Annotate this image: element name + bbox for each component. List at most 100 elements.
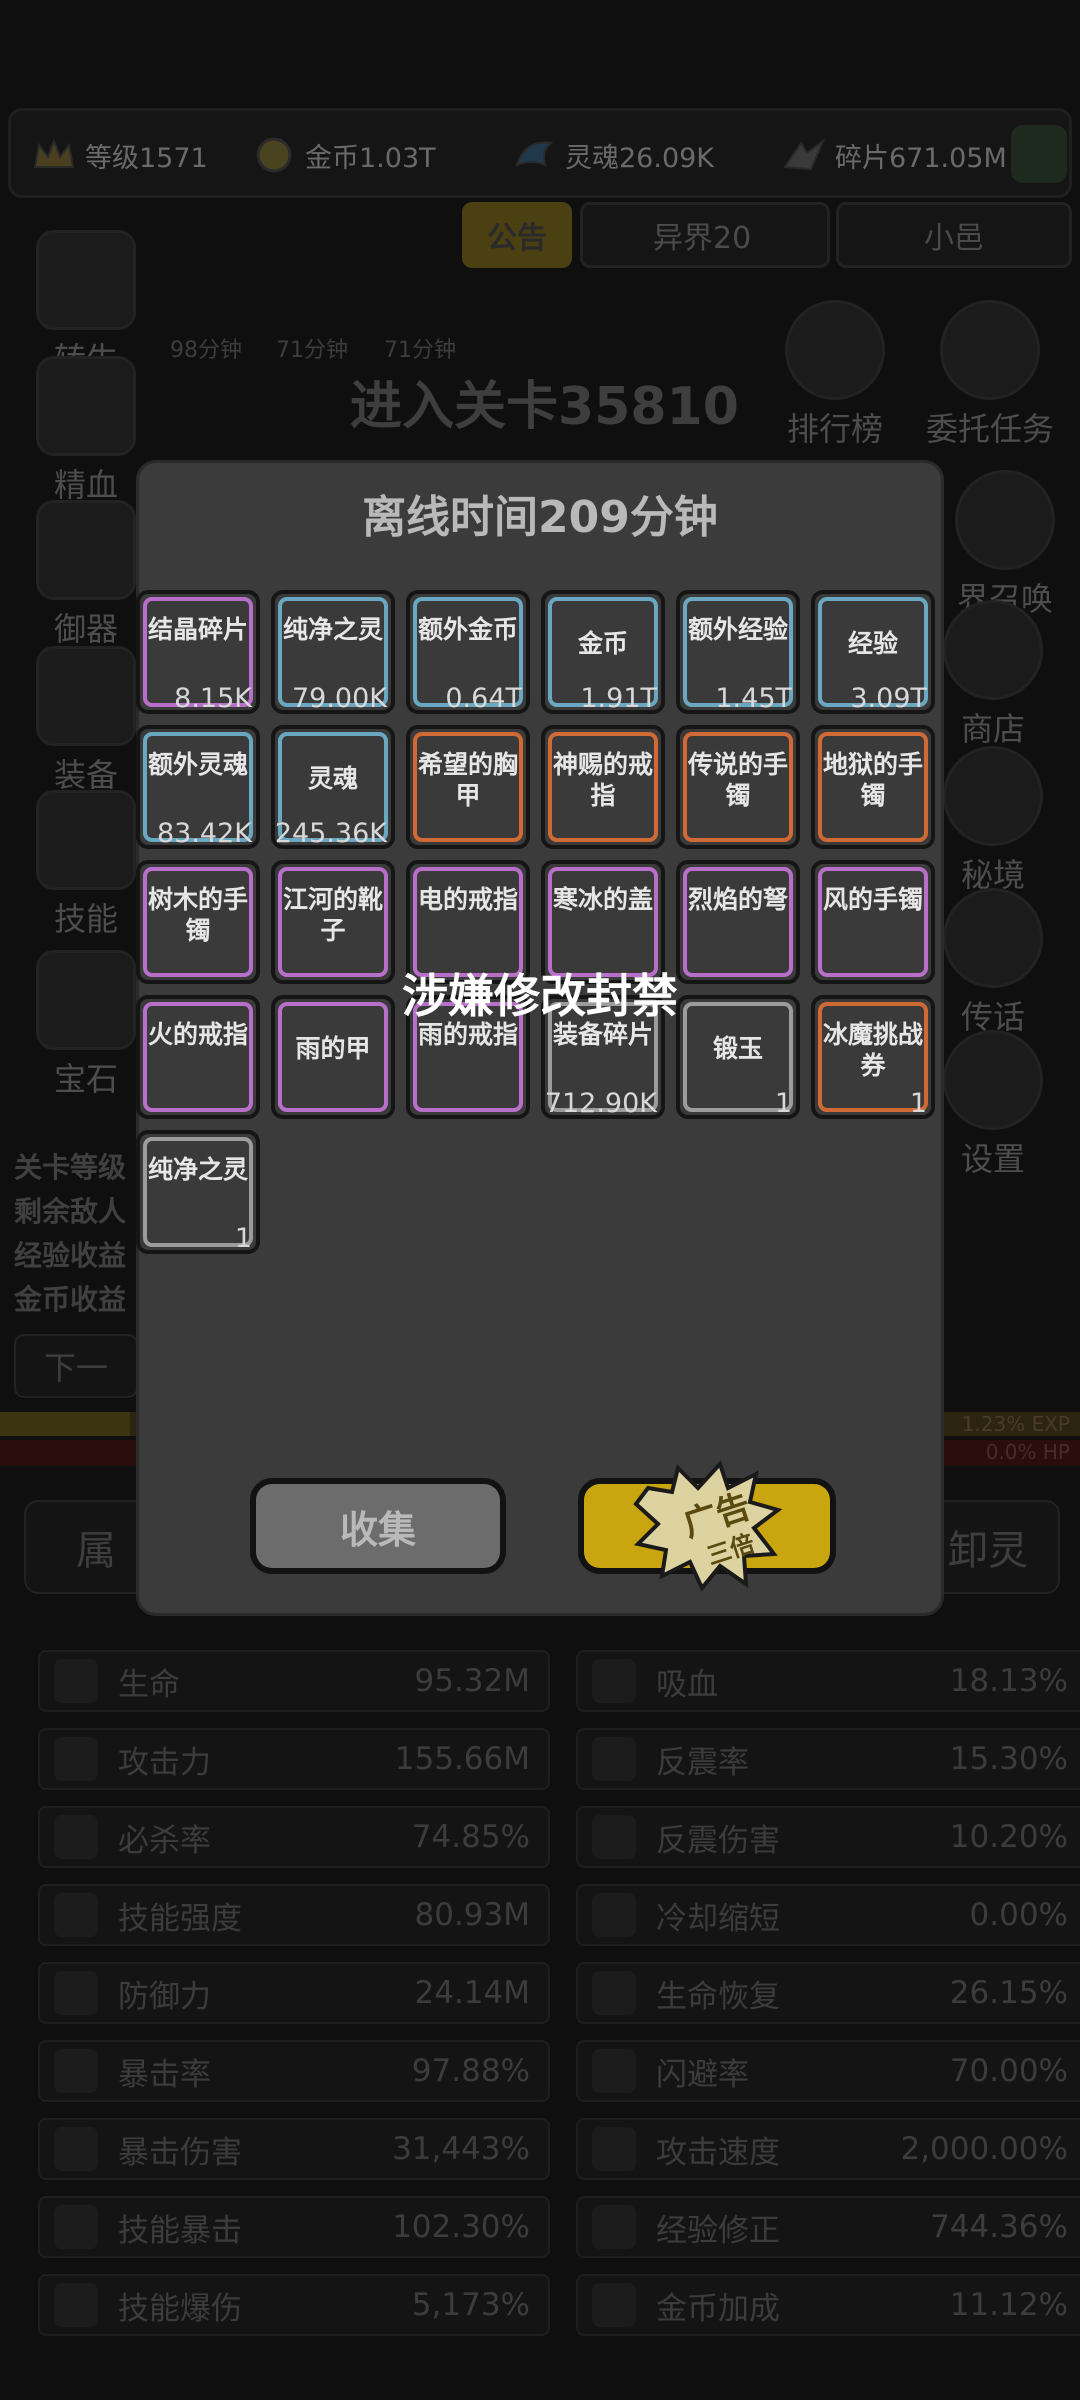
tab-small[interactable]: 小邑 [836, 202, 1072, 268]
resource-shard: 碎片671.05M [781, 135, 1007, 175]
settings-corner-icon[interactable] [1011, 125, 1067, 183]
stat-value: 80.93M [414, 1897, 531, 1933]
info-stage-level: 关卡等级 [14, 1151, 127, 1184]
lightning-icon [54, 1893, 98, 1937]
item-count: 8.15K [174, 683, 252, 714]
item-name: 锻玉 [712, 1034, 763, 1063]
reward-item[interactable]: 额外灵魂 83.42K [136, 725, 260, 849]
menu-label: 委托任务 [925, 410, 1054, 448]
stat-row: 防御力 24.14M [38, 1962, 550, 2024]
stat-value: 95.32M [414, 1663, 531, 1699]
info-coin-income: 金币收益 [14, 1283, 127, 1316]
stat-name: 必杀率 [118, 1822, 211, 1859]
item-name: 纯净之灵 [283, 615, 384, 644]
stat-name: 技能暴击 [118, 2212, 242, 2249]
stat-value: 0.00% [969, 1897, 1068, 1933]
reward-item[interactable]: 额外金币 0.64T [406, 590, 530, 714]
reward-item[interactable]: 纯净之灵 1 [136, 1130, 260, 1254]
shop-icon [943, 600, 1043, 700]
fire-icon [54, 2127, 98, 2171]
menu-skills[interactable]: 技能 [26, 790, 146, 940]
fire-icon [54, 2049, 98, 2093]
item-count: 712.90K [544, 1088, 657, 1119]
dodge-icon [592, 2049, 636, 2093]
stat-value: 26.15% [949, 1975, 1068, 2011]
sword-icon [54, 1659, 98, 1703]
stat-value: 5,173% [411, 2287, 530, 2323]
reward-item[interactable]: 额外经验 1.45T [676, 590, 800, 714]
menu-blood[interactable]: 精血 [26, 356, 146, 506]
collect-button[interactable]: 收集 [250, 1478, 506, 1574]
reward-item[interactable]: 神赐的戒指 [541, 725, 665, 849]
bat-icon [592, 1659, 636, 1703]
item-name: 风的手镯 [823, 885, 924, 914]
menu-artifact[interactable]: 御器 [26, 500, 146, 650]
next-button[interactable]: 下一 [14, 1334, 138, 1398]
stat-name: 冷却缩短 [656, 1900, 780, 1937]
reward-item[interactable]: 纯净之灵 79.00K [271, 590, 395, 714]
stat-value: 97.88% [411, 2053, 530, 2089]
shard-icon [783, 137, 826, 171]
tab-realm[interactable]: 异界20 [580, 202, 830, 268]
ban-notice: 涉嫌修改封禁 [402, 969, 678, 1023]
stat-name: 生命 [118, 1666, 180, 1703]
stat-value: 2,000.00% [900, 2131, 1068, 2167]
item-name: 寒冰的盖 [553, 885, 654, 914]
soul-label: 灵魂26.09K [565, 142, 715, 174]
menu-label: 设置 [960, 1140, 1025, 1178]
stat-name: 吸血 [656, 1666, 718, 1703]
menu-ranking[interactable]: 排行榜 [760, 300, 910, 450]
ad-triple-button[interactable]: 广告 三倍 [578, 1460, 836, 1592]
item-name: 金币 [577, 629, 628, 658]
reward-item[interactable]: 结晶碎片 8.15K [136, 590, 260, 714]
blue-fire-icon [54, 2205, 98, 2249]
stat-row: 吸血 18.13% [576, 1650, 1080, 1712]
exp-bar-fill [0, 1412, 130, 1436]
item-name: 树木的手镯 [148, 885, 249, 945]
timer-2: 71分钟 [276, 338, 348, 363]
item-name: 雨的甲 [295, 1034, 371, 1063]
reward-item[interactable]: 经验 3.09T [811, 590, 935, 714]
item-count: 83.42K [156, 818, 252, 849]
stat-name: 经验修正 [656, 2212, 780, 2249]
reward-item[interactable]: 金币 1.91T [541, 590, 665, 714]
timer-1: 98分钟 [170, 338, 242, 363]
reward-item[interactable]: 地狱的手镯 [811, 725, 935, 849]
reward-item[interactable]: 灵魂 245.36K [271, 725, 395, 849]
item-count: 1 [774, 1088, 792, 1119]
stat-name: 技能爆伤 [118, 2290, 242, 2327]
trophy-icon [785, 300, 885, 400]
item-name: 结晶碎片 [148, 615, 249, 644]
stat-row: 攻击力 155.66M [38, 1728, 550, 1790]
item-name: 希望的胸甲 [418, 750, 519, 810]
swirl-icon [943, 746, 1043, 846]
menu-missions[interactable]: 委托任务 [915, 300, 1065, 450]
reward-item[interactable]: 希望的胸甲 [406, 725, 530, 849]
info-enemies-left: 剩余敌人 [14, 1195, 127, 1228]
coin-icon [592, 2283, 636, 2327]
stat-name: 技能强度 [118, 1900, 242, 1937]
stat-row: 反震伤害 10.20% [576, 1806, 1080, 1868]
stat-row: 暴击伤害 31,443% [38, 2118, 550, 2180]
tab-notice[interactable]: 公告 [462, 202, 572, 268]
dialog-title: 离线时间209分钟 [362, 492, 718, 543]
equipment-icon [36, 646, 136, 746]
hp-bar-label: 0.0% HP [985, 1440, 1070, 1464]
artifact-icon [36, 500, 136, 600]
item-name: 经验 [847, 629, 898, 658]
stat-value: 74.85% [411, 1819, 530, 1855]
item-name: 传说的手镯 [688, 750, 789, 810]
realm-label: 异界20 [653, 221, 752, 256]
stat-row: 闪避率 70.00% [576, 2040, 1080, 2102]
menu-summon[interactable]: 界召唤 [930, 470, 1080, 620]
stat-name: 攻击力 [118, 1744, 211, 1781]
item-count: 79.00K [291, 683, 387, 714]
reward-item[interactable]: 传说的手镯 [676, 725, 800, 849]
item-name: 纯净之灵 [148, 1155, 249, 1184]
sword-icon [54, 1737, 98, 1781]
menu-equipment[interactable]: 装备 [26, 646, 146, 796]
moon-icon [592, 1893, 636, 1937]
info-exp-income: 经验收益 [14, 1239, 127, 1272]
menu-label: 排行榜 [786, 410, 883, 448]
menu-label: 技能 [53, 900, 118, 938]
